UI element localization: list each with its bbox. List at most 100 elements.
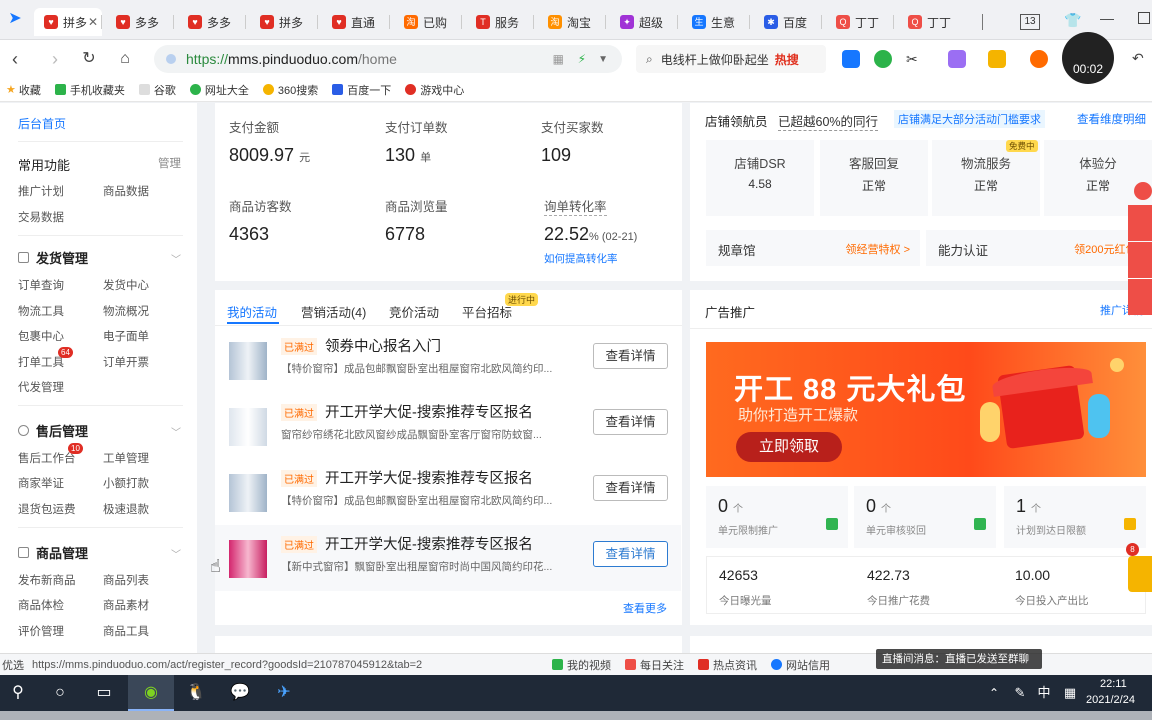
sidebar-item[interactable]: 退货包运费 bbox=[18, 501, 76, 517]
bookmark-item[interactable]: 百度一下 bbox=[332, 82, 391, 98]
maximize-icon[interactable] bbox=[1138, 12, 1150, 24]
message-float-button[interactable] bbox=[1128, 556, 1152, 592]
sidebar-item[interactable]: 商品素材 bbox=[103, 597, 149, 613]
minimize-icon[interactable]: — bbox=[1100, 10, 1114, 26]
taskbar-browser-active[interactable]: ◉ bbox=[128, 675, 174, 711]
tab-1[interactable]: ♥ 拼多 ✕ bbox=[34, 8, 102, 36]
manage-link[interactable]: 管理 bbox=[158, 155, 181, 171]
extension-icon[interactable] bbox=[842, 50, 860, 68]
home-icon[interactable]: ⌂ bbox=[114, 48, 136, 70]
cs-reply-box[interactable]: 客服回复 正常 bbox=[820, 140, 928, 216]
search-icon[interactable]: ⚲ bbox=[6, 681, 30, 705]
extension-icon[interactable] bbox=[874, 50, 892, 68]
tab-count-badge[interactable]: 13 bbox=[1020, 14, 1040, 30]
dimension-details-link[interactable]: 查看维度明细 bbox=[1077, 111, 1146, 127]
tab-2[interactable]: ♥ 多多 bbox=[106, 8, 174, 36]
ad-stat[interactable]: 1 个计划到达日限额 bbox=[1004, 486, 1146, 548]
sidebar-item-product-data[interactable]: 商品数据 bbox=[103, 183, 149, 199]
tab-10[interactable]: 生生意 bbox=[682, 8, 750, 36]
sidebar-item-trade-data[interactable]: 交易数据 bbox=[18, 209, 64, 225]
sidebar-item[interactable]: 代发管理 bbox=[18, 379, 64, 395]
section-after-sales[interactable]: 售后管理 bbox=[18, 421, 88, 440]
sidebar-item[interactable]: 商品列表 bbox=[103, 572, 149, 588]
activity-title[interactable]: 开工开学大促-搜索推荐专区报名 bbox=[325, 401, 533, 422]
ime-indicator[interactable]: 中 bbox=[1032, 681, 1056, 705]
chevron-down-icon[interactable]: ﹀ bbox=[171, 546, 181, 561]
sidebar-item[interactable]: 商品体检 bbox=[18, 597, 64, 613]
float-tool-button[interactable] bbox=[1128, 279, 1152, 315]
task-view-icon[interactable]: ▭ bbox=[92, 681, 116, 705]
activity-title[interactable]: 领券中心报名入门 bbox=[325, 335, 441, 356]
qrcode-icon[interactable]: ▦ bbox=[553, 52, 564, 66]
sidebar-home-link[interactable]: 后台首页 bbox=[18, 115, 66, 132]
bookmark-item[interactable]: 游戏中心 bbox=[405, 82, 464, 98]
float-tool-button[interactable] bbox=[1128, 242, 1152, 278]
feishu-icon[interactable]: ✈ bbox=[272, 681, 296, 705]
browser-logo-icon[interactable]: ➤ bbox=[4, 8, 26, 30]
tab-bidding-activities[interactable]: 竞价活动 bbox=[389, 302, 439, 321]
clock-time[interactable]: 22:11 bbox=[1100, 678, 1127, 690]
close-icon[interactable]: ✕ bbox=[88, 15, 98, 29]
activity-title[interactable]: 开工开学大促-搜索推荐专区报名 bbox=[325, 533, 533, 554]
scissors-icon[interactable]: ✂ bbox=[906, 50, 924, 68]
claim-now-button[interactable]: 立即领取 bbox=[736, 432, 842, 462]
ad-stat[interactable]: 0 个单元限制推广 bbox=[706, 486, 848, 548]
section-shipping[interactable]: 发货管理 bbox=[18, 248, 88, 267]
float-tool-button[interactable] bbox=[1128, 205, 1152, 241]
tab-7[interactable]: T 服务 bbox=[466, 8, 534, 36]
sidebar-item[interactable]: 售后工作台 bbox=[18, 450, 76, 466]
tab-platform-tender[interactable]: 平台招标 bbox=[462, 302, 512, 321]
status-item[interactable]: 每日关注 bbox=[625, 657, 684, 673]
view-details-button[interactable]: 查看详情 bbox=[593, 343, 668, 369]
sidebar-item[interactable]: 物流概况 bbox=[103, 303, 149, 319]
sidebar-item[interactable]: 包裹中心 bbox=[18, 328, 64, 344]
dsr-box[interactable]: 店铺DSR 4.58 bbox=[706, 140, 814, 216]
tab-11[interactable]: ✱ 百度 bbox=[754, 8, 822, 36]
tab-12[interactable]: Q 丁丁 bbox=[826, 8, 894, 36]
bookmark-item[interactable]: ★ 收藏 bbox=[6, 82, 41, 98]
sidebar-item-promotion-plan[interactable]: 推广计划 bbox=[18, 183, 64, 199]
bookmark-item[interactable]: 360搜索 bbox=[262, 82, 318, 98]
section-products[interactable]: 商品管理 bbox=[18, 543, 88, 562]
tab-4[interactable]: ♥ 拼多 bbox=[250, 8, 318, 36]
tab-9[interactable]: ✦ 超级 bbox=[610, 8, 678, 36]
tab-marketing-activities[interactable]: 营销活动(4) bbox=[301, 302, 366, 321]
view-details-button[interactable]: 查看详情 bbox=[593, 475, 668, 501]
chevron-up-icon[interactable]: ⌃ bbox=[982, 681, 1006, 705]
sidebar-item[interactable]: 电子面单 bbox=[103, 328, 149, 344]
view-details-button[interactable]: 查看详情 bbox=[593, 409, 668, 435]
tab-my-activities[interactable]: 我的活动 bbox=[227, 302, 277, 321]
bolt-icon[interactable]: ⚡ bbox=[578, 52, 586, 66]
reload-icon[interactable]: ↻ bbox=[78, 48, 100, 70]
extension-icon[interactable] bbox=[988, 50, 1006, 68]
status-item[interactable]: 网站信用 bbox=[771, 657, 830, 673]
pen-icon[interactable]: ✎ bbox=[1008, 681, 1032, 705]
shirt-icon[interactable]: 👕 bbox=[1064, 12, 1081, 29]
qq-icon[interactable]: 🐧 bbox=[184, 681, 208, 705]
status-item[interactable]: 热点资讯 bbox=[698, 657, 757, 673]
view-details-button[interactable]: 查看详情 bbox=[593, 541, 668, 567]
sidebar-item[interactable]: 发布新商品 bbox=[18, 572, 76, 588]
view-more-link[interactable]: 查看更多 bbox=[623, 600, 667, 616]
search-input[interactable]: ⌕ 电线杆上做仰卧起坐 热搜 bbox=[636, 45, 826, 73]
promo-banner[interactable]: 开工 88 元大礼包 助你打造开工爆款 立即领取 bbox=[706, 342, 1146, 477]
sidebar-item[interactable]: 工单管理 bbox=[103, 450, 149, 466]
cortana-icon[interactable]: ○ bbox=[48, 681, 72, 705]
sidebar-item[interactable]: 发货中心 bbox=[103, 277, 149, 293]
chevron-down-icon[interactable]: ﹀ bbox=[171, 424, 181, 439]
sidebar-item[interactable]: 小额打款 bbox=[103, 475, 149, 491]
wechat-icon[interactable]: 💬 bbox=[228, 681, 252, 705]
tab-6[interactable]: 淘已购 bbox=[394, 8, 462, 36]
sidebar-item[interactable]: 商家举证 bbox=[18, 475, 64, 491]
sidebar-item[interactable]: 打单工具 bbox=[18, 354, 64, 370]
chevron-down-icon[interactable]: ▼ bbox=[598, 54, 608, 65]
chevron-down-icon[interactable]: ﹀ bbox=[171, 251, 181, 266]
bookmark-item[interactable]: 手机收藏夹 bbox=[54, 82, 125, 98]
ad-stat[interactable]: 0 个单元审核驳回 bbox=[854, 486, 996, 548]
sidebar-item[interactable]: 商品工具 bbox=[103, 623, 149, 639]
keyboard-icon[interactable]: ▦ bbox=[1058, 681, 1082, 705]
url-input[interactable]: https:// mms.pinduoduo.com /home ▦ ⚡ ▼ bbox=[154, 45, 622, 73]
rules-hall-row[interactable]: 规章馆 领经营特权 > bbox=[706, 230, 920, 266]
certification-row[interactable]: 能力认证 领200元红包 > bbox=[926, 230, 1152, 266]
recording-timer[interactable]: 00:02 bbox=[1062, 32, 1114, 84]
